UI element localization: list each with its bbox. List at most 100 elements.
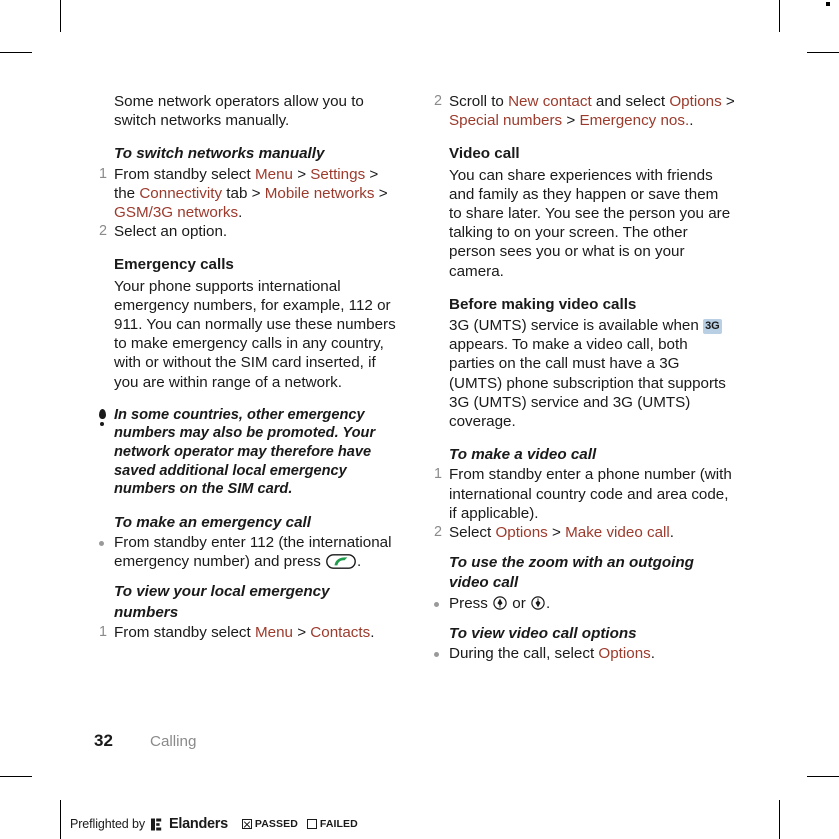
bullets-zoom-outgoing: Press or . xyxy=(425,594,735,613)
intro-paragraph: Some network operators allow you to swit… xyxy=(114,93,364,130)
before-making-text-1: 3G (UMTS) service is available when xyxy=(449,317,704,335)
emergency-calls-body: Your phone supports international emerge… xyxy=(114,277,396,391)
preflight-passed-checkbox[interactable]: PASSED xyxy=(241,818,298,830)
zoom-bullet-prefix: Press xyxy=(449,594,493,612)
elanders-brand-name: Elanders xyxy=(169,816,228,832)
menu-link[interactable]: GSM/3G networks xyxy=(114,204,238,221)
step-text-run: > xyxy=(562,112,580,130)
step-text: Scroll to New contact and select Options… xyxy=(449,93,735,129)
heading-make-a-video-call: To make a video call xyxy=(449,446,597,464)
step-text-run: From standby select xyxy=(114,623,255,641)
zoom-bullet-middle: or xyxy=(508,594,530,612)
menu-link[interactable]: Options xyxy=(669,93,721,110)
heading-zoom-outgoing-line2: video call xyxy=(449,574,519,592)
menu-link[interactable]: Options xyxy=(495,524,547,541)
note-text: In some countries, other emergency numbe… xyxy=(114,406,376,498)
preflight-failed-checkbox[interactable]: FAILED xyxy=(306,818,358,830)
step-text: From standby select Menu > Settings > th… xyxy=(114,166,388,221)
heading-before-making-video-calls: Before making video calls xyxy=(449,295,637,313)
video-call-body: You can share experiences with friends a… xyxy=(449,166,731,280)
list-item: During the call, select Options. xyxy=(425,644,735,663)
page-number: 32 xyxy=(94,731,113,750)
heading-view-local-emergency-line1: To view your local emergency xyxy=(114,583,330,601)
before-making-body: 3G (UMTS) service is available when 3G a… xyxy=(425,316,735,431)
list-item: 2 Select Options > Make video call. xyxy=(425,523,735,542)
steps-switch-networks: 1 From standby select Menu > Settings > … xyxy=(90,165,400,242)
step-text: Select Options > Make video call. xyxy=(449,524,674,541)
checkbox-unchecked-icon[interactable] xyxy=(306,819,317,829)
heading-view-video-call-options: To view video call options xyxy=(449,624,637,642)
left-column: Some network operators allow you to swit… xyxy=(90,92,400,642)
menu-link[interactable]: Make video call xyxy=(565,524,670,541)
list-item: From standby enter 112 (the internationa… xyxy=(90,533,400,571)
menu-link[interactable]: New contact xyxy=(508,93,592,110)
bullet-dot-icon xyxy=(434,652,439,658)
elanders-logo-icon xyxy=(151,817,166,832)
menu-link[interactable]: Menu xyxy=(255,624,293,641)
crop-mark-top-right-vertical xyxy=(779,0,780,32)
crop-mark-bottom-left-horizontal xyxy=(0,776,32,777)
preflight-passed-label: PASSED xyxy=(254,818,298,830)
crop-mark-top-left-horizontal xyxy=(0,52,32,53)
step-text-run: From standby select xyxy=(114,165,255,183)
zoom-bullet-suffix: . xyxy=(546,594,551,612)
bullets-make-emergency-call: From standby enter 112 (the internationa… xyxy=(90,533,400,571)
heading-video-call: Video call xyxy=(449,145,520,163)
step-text-run: > xyxy=(292,623,311,641)
bullet-dot-icon xyxy=(434,601,439,607)
heading-make-emergency-call: To make an emergency call xyxy=(114,513,311,531)
menu-link[interactable]: Settings xyxy=(310,166,365,183)
checkbox-checked-icon[interactable] xyxy=(241,819,252,829)
crop-mark-top-right-horizontal xyxy=(807,52,839,53)
step-text-run: Select an option. xyxy=(114,223,228,241)
options-link[interactable]: Options xyxy=(598,645,650,662)
menu-link[interactable]: Connectivity xyxy=(139,185,222,202)
crop-mark-bottom-right-vertical xyxy=(779,800,780,839)
list-item: 1 From standby select Menu > Contacts. xyxy=(90,623,400,642)
step-text-run: > xyxy=(547,524,566,542)
step-text-run: tab > xyxy=(222,184,265,202)
step-number: 1 xyxy=(98,623,107,640)
menu-link[interactable]: Special numbers xyxy=(449,112,562,129)
steps-continued: 2 Scroll to New contact and select Optio… xyxy=(425,92,735,130)
exclamation-note-icon xyxy=(97,408,107,427)
step-text-run: . xyxy=(669,524,675,542)
step-text-run: . xyxy=(370,623,375,641)
menu-link[interactable]: Menu xyxy=(255,166,293,183)
step-text: From standby select Menu > Contacts. xyxy=(114,624,374,641)
step-text-run: > xyxy=(374,184,388,202)
crop-mark-bottom-right-horizontal xyxy=(807,776,839,777)
crop-mark-bottom-left-vertical xyxy=(60,800,61,839)
preflight-bar: Preflighted by Elanders PASSED FAILED xyxy=(70,814,367,834)
step-number: 2 xyxy=(433,524,442,541)
menu-link[interactable]: Mobile networks xyxy=(265,185,375,202)
crop-mark-top-left-vertical xyxy=(60,0,61,32)
note-block: In some countries, other emergency numbe… xyxy=(90,406,400,499)
call-key-icon xyxy=(326,554,356,570)
right-column: 2 Scroll to New contact and select Optio… xyxy=(425,92,735,663)
chapter-name: Calling xyxy=(150,733,197,750)
heading-emergency-calls: Emergency calls xyxy=(114,256,234,274)
step-text-run: Select xyxy=(449,524,496,542)
page-footer: 32 Calling xyxy=(94,731,196,751)
options-bullet-suffix: . xyxy=(650,645,655,663)
bullet-text-after-icon: . xyxy=(357,553,362,571)
list-item: 1 From standby select Menu > Settings > … xyxy=(90,165,400,223)
steps-view-local-emergency: 1 From standby select Menu > Contacts. xyxy=(90,623,400,642)
step-number: 1 xyxy=(98,165,107,182)
options-bullet-prefix: During the call, select xyxy=(449,645,599,663)
step-number: 1 xyxy=(433,466,442,483)
menu-link[interactable]: Emergency nos. xyxy=(579,112,689,129)
menu-link[interactable]: Contacts xyxy=(310,624,370,641)
navigation-key-down-icon xyxy=(531,595,545,610)
step-text-run: > xyxy=(721,93,735,110)
step-text-run: and select xyxy=(591,93,670,110)
bullet-dot-icon xyxy=(99,541,104,547)
list-item: 2 Scroll to New contact and select Optio… xyxy=(425,92,735,130)
navigation-key-up-icon xyxy=(493,595,507,610)
